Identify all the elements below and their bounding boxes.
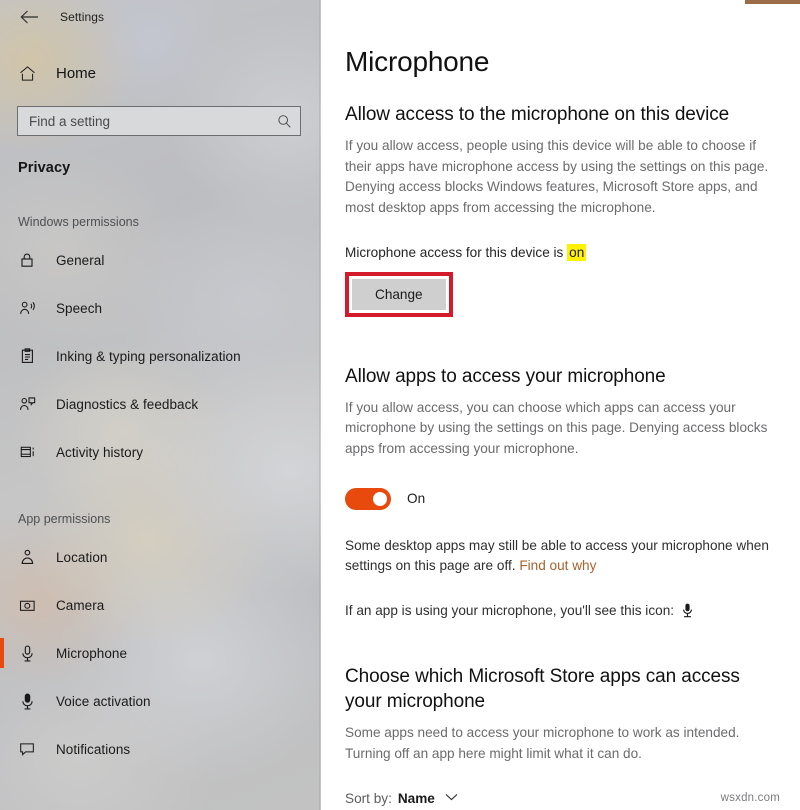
settings-window: Settings Home Find a setting Privacy Win… (0, 0, 800, 810)
sidebar-item-speech[interactable]: Speech (0, 284, 321, 332)
microphone-icon (682, 603, 693, 618)
camera-icon (18, 596, 36, 614)
sidebar-item-location[interactable]: Location (0, 533, 321, 581)
sort-by-value: Name (397, 791, 435, 806)
search-icon (277, 114, 292, 129)
microphone-access-status: Microphone access for this device is on (345, 243, 776, 261)
sidebar-item-activity-history[interactable]: Activity history (0, 428, 321, 476)
status-badge: on (567, 243, 587, 261)
sidebar-item-diagnostics-feedback[interactable]: Diagnostics & feedback (0, 380, 321, 428)
sidebar-item-label: Camera (56, 597, 105, 613)
sidebar-item-general[interactable]: General (0, 236, 321, 284)
sidebar-item-label: Voice activation (56, 693, 151, 709)
sidebar: Settings Home Find a setting Privacy Win… (0, 0, 321, 810)
section-description-device-access: If you allow access, people using this d… (345, 138, 769, 216)
sidebar-item-label: General (56, 252, 105, 268)
home-icon (18, 64, 36, 82)
sidebar-group-heading-windows-permissions: Windows permissions (18, 215, 139, 229)
sidebar-item-label: Activity history (56, 444, 144, 460)
section-heading-store-apps: Choose which Microsoft Store apps can ac… (345, 666, 740, 713)
toggle-knob (373, 491, 387, 506)
person-feedback-icon (18, 395, 36, 413)
sidebar-item-label: Notifications (56, 741, 131, 757)
sort-by-label: Sort by: (345, 791, 392, 806)
find-out-why-link[interactable]: Find out why (519, 558, 596, 573)
sidebar-item-label: Diagnostics & feedback (56, 396, 199, 412)
microphone-icon (18, 644, 36, 662)
top-accent-strip (745, 0, 800, 4)
title-bar: Settings (0, 0, 321, 34)
sidebar-item-label: Microphone (56, 645, 128, 661)
desktop-apps-note: Some desktop apps may still be able to a… (345, 536, 776, 577)
speech-person-icon (18, 299, 36, 317)
sidebar-item-camera[interactable]: Camera (0, 581, 321, 629)
microphone-indicator-line: If an app is using your microphone, you'… (345, 603, 776, 618)
lock-icon (18, 251, 36, 269)
section-heading-device-access: Allow access to the microphone on this d… (345, 104, 730, 125)
status-prefix: Microphone access for this device is (345, 244, 568, 260)
sidebar-item-label: Speech (56, 300, 103, 316)
sidebar-group-windows-permissions: General Speech Inking & typing personali… (0, 236, 321, 476)
chevron-down-icon (445, 789, 458, 804)
sidebar-group-app-permissions: Location Camera Microphone Voice activat… (0, 533, 321, 773)
sidebar-item-notifications[interactable]: Notifications (0, 725, 321, 773)
sort-by-control[interactable]: Sort by: Name (345, 791, 458, 806)
watermark: wsxdn.com (720, 792, 780, 804)
main-content: Microphone Allow access to the microphon… (321, 0, 800, 810)
change-button[interactable]: Change (352, 278, 446, 310)
sidebar-item-label: Location (56, 549, 108, 565)
section-description-store-apps: Some apps need to access your microphone… (345, 725, 740, 761)
apps-access-toggle-row: On (345, 487, 776, 510)
home-label: Home (56, 64, 97, 82)
sidebar-item-microphone[interactable]: Microphone (0, 629, 321, 677)
notification-icon (18, 740, 36, 758)
location-pin-icon (18, 548, 36, 566)
app-title: Settings (60, 10, 105, 24)
search-input[interactable]: Find a setting (17, 106, 301, 136)
section-heading-apps-access: Allow apps to access your microphone (345, 365, 666, 387)
voice-activation-icon (18, 692, 36, 710)
activity-history-icon (18, 443, 36, 461)
page-title: Microphone (345, 46, 490, 77)
sidebar-group-heading-app-permissions: App permissions (18, 512, 111, 526)
search-placeholder: Find a setting (29, 113, 111, 129)
back-arrow-icon[interactable] (14, 4, 44, 30)
sidebar-item-voice-activation[interactable]: Voice activation (0, 677, 321, 725)
sidebar-item-label: Inking & typing personalization (56, 348, 241, 364)
change-button-annotation: Change (345, 271, 453, 317)
sidebar-category-title: Privacy (18, 160, 71, 176)
microphone-indicator-text: If an app is using your microphone, you'… (345, 603, 675, 619)
clipboard-pen-icon (18, 347, 36, 365)
toggle-state-label: On (407, 491, 426, 507)
sidebar-item-inking-typing-personalization[interactable]: Inking & typing personalization (0, 332, 321, 380)
sidebar-item-home[interactable]: Home (0, 57, 321, 89)
apps-access-toggle[interactable] (345, 487, 391, 510)
section-description-apps-access: If you allow access, you can choose whic… (345, 399, 768, 457)
